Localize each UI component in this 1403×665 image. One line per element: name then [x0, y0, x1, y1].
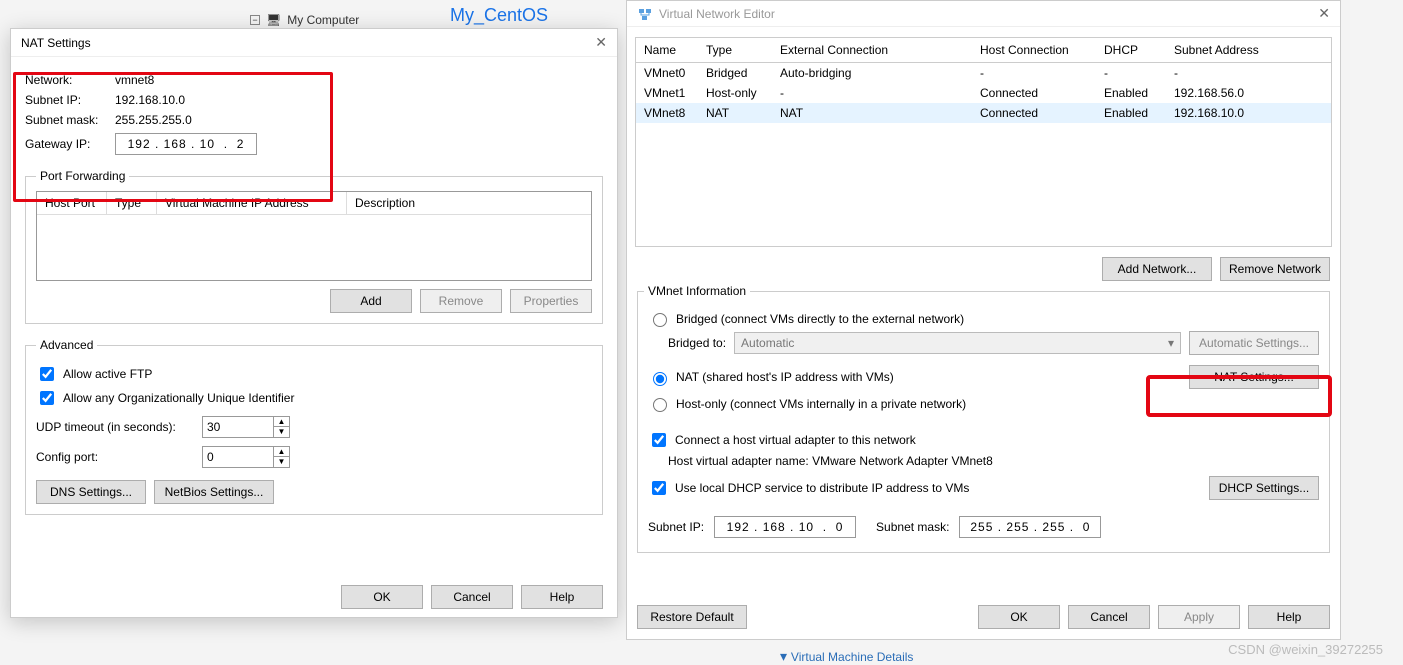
dhcp-settings-button[interactable]: DHCP Settings... [1209, 476, 1319, 500]
network-label: Network: [25, 73, 115, 87]
vne-title: Virtual Network Editor [659, 7, 775, 21]
vne-subnet-mask-label: Subnet mask: [876, 520, 949, 534]
config-port-stepper[interactable]: ▲▼ [202, 446, 290, 468]
bridged-radio-label: Bridged (connect VMs directly to the ext… [676, 312, 964, 326]
subnet-mask-label: Subnet mask: [25, 113, 115, 127]
apply-button: Apply [1158, 605, 1240, 629]
close-icon[interactable]: ✕ [1318, 5, 1330, 22]
connect-adapter-checkbox[interactable] [652, 433, 666, 447]
close-icon[interactable]: ✕ [595, 34, 607, 51]
nat-radio-label: NAT (shared host's IP address with VMs) [676, 370, 894, 384]
remove-button: Remove [420, 289, 502, 313]
monitor-icon: 🖥 [266, 13, 281, 27]
restore-default-button[interactable]: Restore Default [637, 605, 747, 629]
properties-button: Properties [510, 289, 592, 313]
automatic-settings-button: Automatic Settings... [1189, 331, 1319, 355]
gateway-ip-input[interactable] [115, 133, 257, 155]
bridged-radio[interactable] [653, 313, 667, 327]
allow-ftp-checkbox[interactable] [40, 367, 54, 381]
col-type: Type [107, 192, 157, 214]
port-forwarding-table[interactable]: Host Port Type Virtual Machine IP Addres… [36, 191, 592, 281]
vmnet-info-group: VMnet Information Bridged (connect VMs d… [637, 291, 1330, 553]
host-only-radio[interactable] [653, 398, 667, 412]
add-button[interactable]: Add [330, 289, 412, 313]
tree-collapse-icon[interactable]: − [250, 15, 260, 25]
netbios-settings-button[interactable]: NetBios Settings... [154, 480, 274, 504]
network-editor-icon [637, 6, 653, 22]
col-vm-ip: Virtual Machine IP Address [157, 192, 347, 214]
help-button[interactable]: Help [1248, 605, 1330, 629]
vne-subnet-ip-input[interactable] [714, 516, 856, 538]
subnet-mask-value: 255.255.255.0 [115, 113, 192, 127]
udp-timeout-input[interactable] [203, 417, 273, 437]
use-dhcp-label: Use local DHCP service to distribute IP … [675, 481, 969, 495]
col-type: Type [706, 43, 780, 57]
port-forwarding-legend: Port Forwarding [36, 169, 129, 183]
table-row[interactable]: VMnet1Host-only-ConnectedEnabled192.168.… [636, 83, 1331, 103]
virtual-network-editor-dialog: Virtual Network Editor ✕ Name Type Exter… [626, 0, 1341, 640]
nat-settings-button[interactable]: NAT Settings... [1189, 365, 1319, 389]
use-dhcp-checkbox[interactable] [652, 481, 666, 495]
spin-down-icon[interactable]: ▼ [274, 457, 289, 467]
ok-button[interactable]: OK [978, 605, 1060, 629]
vm-details-link[interactable]: ▾ Virtual Machine Details [780, 648, 913, 665]
col-description: Description [347, 192, 591, 214]
spin-down-icon[interactable]: ▼ [274, 427, 289, 437]
network-list-table[interactable]: Name Type External Connection Host Conne… [635, 37, 1332, 247]
chevron-down-icon: ▾ [1168, 336, 1174, 350]
udp-timeout-label: UDP timeout (in seconds): [36, 420, 196, 434]
config-port-label: Config port: [36, 450, 196, 464]
subnet-ip-value: 192.168.10.0 [115, 93, 185, 107]
col-host-port: Host Port [37, 192, 107, 214]
advanced-legend: Advanced [36, 338, 97, 352]
udp-timeout-stepper[interactable]: ▲▼ [202, 416, 290, 438]
host-only-radio-label: Host-only (connect VMs internally in a p… [676, 397, 966, 411]
spin-up-icon[interactable]: ▲ [274, 417, 289, 427]
bg-tree-item: − 🖥 My Computer [250, 10, 359, 30]
table-row[interactable]: VMnet0BridgedAuto-bridging--- [636, 63, 1331, 83]
add-network-button[interactable]: Add Network... [1102, 257, 1212, 281]
col-dhcp: DHCP [1104, 43, 1174, 57]
vne-subnet-ip-label: Subnet IP: [648, 520, 704, 534]
port-forwarding-group: Port Forwarding Host Port Type Virtual M… [25, 169, 603, 324]
watermark: CSDN @weixin_39272255 [1228, 642, 1383, 657]
nat-radio[interactable] [653, 372, 667, 386]
vmnet-info-legend: VMnet Information [644, 284, 750, 298]
help-button[interactable]: Help [521, 585, 603, 609]
allow-oui-checkbox[interactable] [40, 391, 54, 405]
nat-dialog-title: NAT Settings [21, 36, 91, 50]
ok-button[interactable]: OK [341, 585, 423, 609]
gateway-ip-label: Gateway IP: [25, 137, 115, 151]
vne-subnet-mask-input[interactable] [959, 516, 1101, 538]
cancel-button[interactable]: Cancel [431, 585, 513, 609]
bg-my-computer-label: My Computer [287, 13, 359, 27]
bridged-to-label: Bridged to: [668, 336, 726, 350]
table-row[interactable]: VMnet8NATNATConnectedEnabled192.168.10.0 [636, 103, 1331, 123]
network-value: vmnet8 [115, 73, 154, 87]
col-host: Host Connection [980, 43, 1104, 57]
col-name: Name [636, 43, 706, 57]
dns-settings-button[interactable]: DNS Settings... [36, 480, 146, 504]
advanced-group: Advanced Allow active FTP Allow any Orga… [25, 338, 603, 515]
connect-adapter-label: Connect a host virtual adapter to this n… [675, 433, 916, 447]
spin-up-icon[interactable]: ▲ [274, 447, 289, 457]
config-port-input[interactable] [203, 447, 273, 467]
adapter-name-label: Host virtual adapter name: VMware Networ… [668, 454, 1319, 468]
bridged-to-select: Automatic▾ [734, 332, 1181, 354]
bg-tab-vm-name[interactable]: My_CentOS [450, 5, 548, 26]
remove-network-button[interactable]: Remove Network [1220, 257, 1330, 281]
col-sub: Subnet Address [1174, 43, 1314, 57]
cancel-button[interactable]: Cancel [1068, 605, 1150, 629]
allow-ftp-label: Allow active FTP [63, 367, 152, 381]
subnet-ip-label: Subnet IP: [25, 93, 115, 107]
nat-settings-dialog: NAT Settings ✕ Network:vmnet8 Subnet IP:… [10, 28, 618, 618]
allow-oui-label: Allow any Organizationally Unique Identi… [63, 391, 294, 405]
col-ext: External Connection [780, 43, 980, 57]
